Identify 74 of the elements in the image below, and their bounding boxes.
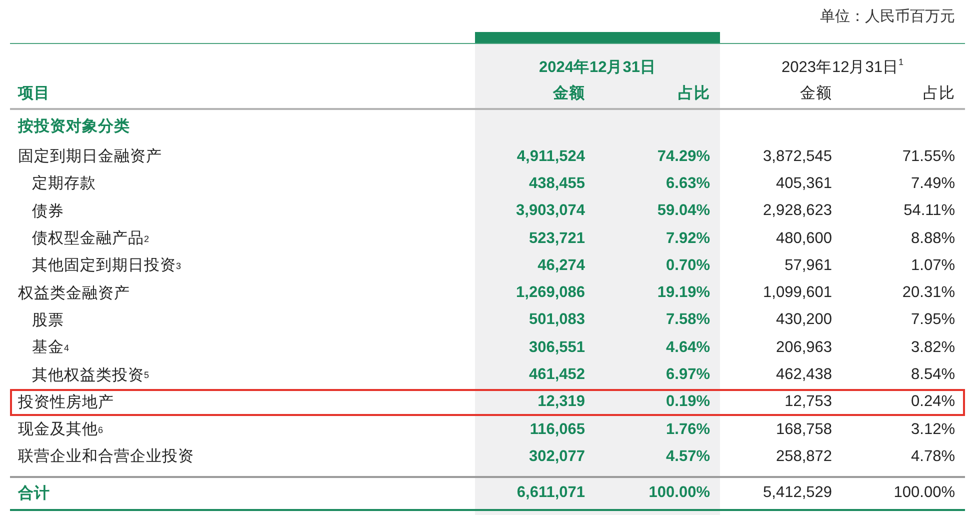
table-cell-text: 3,872,545 xyxy=(762,146,833,167)
row-label: 联营企业和合营企业投资 xyxy=(17,447,195,468)
row-label: 权益类金融资产 xyxy=(17,284,131,304)
table-cell-text: 7.49% xyxy=(910,174,956,194)
table-cell: 0.70% xyxy=(595,252,720,280)
row-label: 投资性房地产 xyxy=(17,392,115,413)
table-cell-text: 20.31% xyxy=(901,283,956,304)
table-cell-text: 3.82% xyxy=(910,338,956,358)
table-cell-text: 168,758 xyxy=(774,420,833,440)
table-cell-text: 206,963 xyxy=(774,338,833,358)
table-cell: 302,077 xyxy=(475,443,595,471)
table-cell-text: 71.55% xyxy=(901,146,956,167)
table-cell-text: 462,438 xyxy=(774,365,833,386)
table-cell: 74.29% xyxy=(595,143,720,170)
table-cell-text: 4.78% xyxy=(910,446,956,467)
table-cell: 4.64% xyxy=(595,334,720,362)
table-cell: 6.97% xyxy=(595,361,720,389)
table-cell-text: 7.95% xyxy=(910,310,956,330)
row-label: 定期存款 xyxy=(31,174,97,194)
total-label: 合计 xyxy=(16,484,51,504)
table-cell-text: 430,200 xyxy=(774,310,833,330)
table-cell-text: 258,872 xyxy=(774,446,833,467)
table-cell: 4,911,524 xyxy=(475,143,595,170)
table-cell: 116,065 xyxy=(475,416,595,444)
column-header: 金额 xyxy=(720,78,842,110)
row-label: 现金及其他$^{6}$ xyxy=(17,420,104,440)
table-cell-text: 1,099,601 xyxy=(762,283,833,304)
table-cell: 7.58% xyxy=(595,306,720,334)
table-cell: 1.76% xyxy=(595,416,720,444)
table-cell: 19.19% xyxy=(595,279,720,307)
table-cell: 0.19% xyxy=(595,388,720,416)
table-cell: 6,611,071 xyxy=(475,478,595,509)
table-cell-text: 8.54% xyxy=(910,365,956,386)
table-cell-text: 54.11% xyxy=(902,201,956,222)
table-cell-text: 1.07% xyxy=(910,256,956,276)
row-label: 其他权益类投资$^{5}$ xyxy=(31,366,150,386)
table-cell: 523,721 xyxy=(475,224,595,252)
table-cell-text: 405,361 xyxy=(774,174,833,194)
row-label: 基金$^{4}$ xyxy=(31,338,70,358)
column-header: 占比 xyxy=(595,78,720,110)
row-label: 股票 xyxy=(31,310,65,331)
table-cell-text: 12,753 xyxy=(784,392,833,412)
table-cell: 3,903,074 xyxy=(475,198,595,225)
table-cell: 100.00% xyxy=(595,478,720,509)
column-header: 2024年12月31日 xyxy=(539,58,656,78)
table-cell-text: 480,600 xyxy=(774,228,833,249)
row-label: 其他固定到期日投资$^{3}$ xyxy=(31,256,182,276)
table-cell-text: 3.12% xyxy=(910,420,956,440)
table-cell-text: 8.88% xyxy=(910,228,956,249)
table-cell: 12,319 xyxy=(475,388,595,416)
table-cell-text: 100.00% xyxy=(892,483,956,504)
table-cell: 7.92% xyxy=(595,224,720,252)
table-cell: 438,455 xyxy=(475,170,595,198)
table-cell: 46,274 xyxy=(475,252,595,280)
table-cell: 501,083 xyxy=(475,306,595,334)
unit-label: 单位：人民币百万元 xyxy=(820,6,955,26)
row-label: 债权型金融产品$^{2}$ xyxy=(31,229,150,250)
section-title: 按投资对象分类 xyxy=(16,117,131,137)
table-cell: 4.57% xyxy=(595,443,720,471)
table-cell: 1,269,086 xyxy=(475,279,595,307)
table-cell-text: 2,928,623 xyxy=(762,201,833,222)
column-header: 项目 xyxy=(10,78,475,110)
table-cell-text: 0.24% xyxy=(910,392,956,412)
table-cell: 461,452 xyxy=(475,361,595,389)
table-cell-text: 5,412,529 xyxy=(762,483,833,504)
column-header: 金额 xyxy=(475,78,595,110)
table-cell: 59.04% xyxy=(595,198,720,225)
row-label: 固定到期日金融资产 xyxy=(17,147,163,168)
table-cell: 6.63% xyxy=(595,170,720,198)
column-header: 占比 xyxy=(842,78,965,110)
table-cell: 306,551 xyxy=(475,334,595,362)
table-cell-text: 57,961 xyxy=(784,256,833,276)
column-header: 2023年12月31日$^{1}$ xyxy=(782,57,904,78)
row-label: 债券 xyxy=(31,202,65,222)
